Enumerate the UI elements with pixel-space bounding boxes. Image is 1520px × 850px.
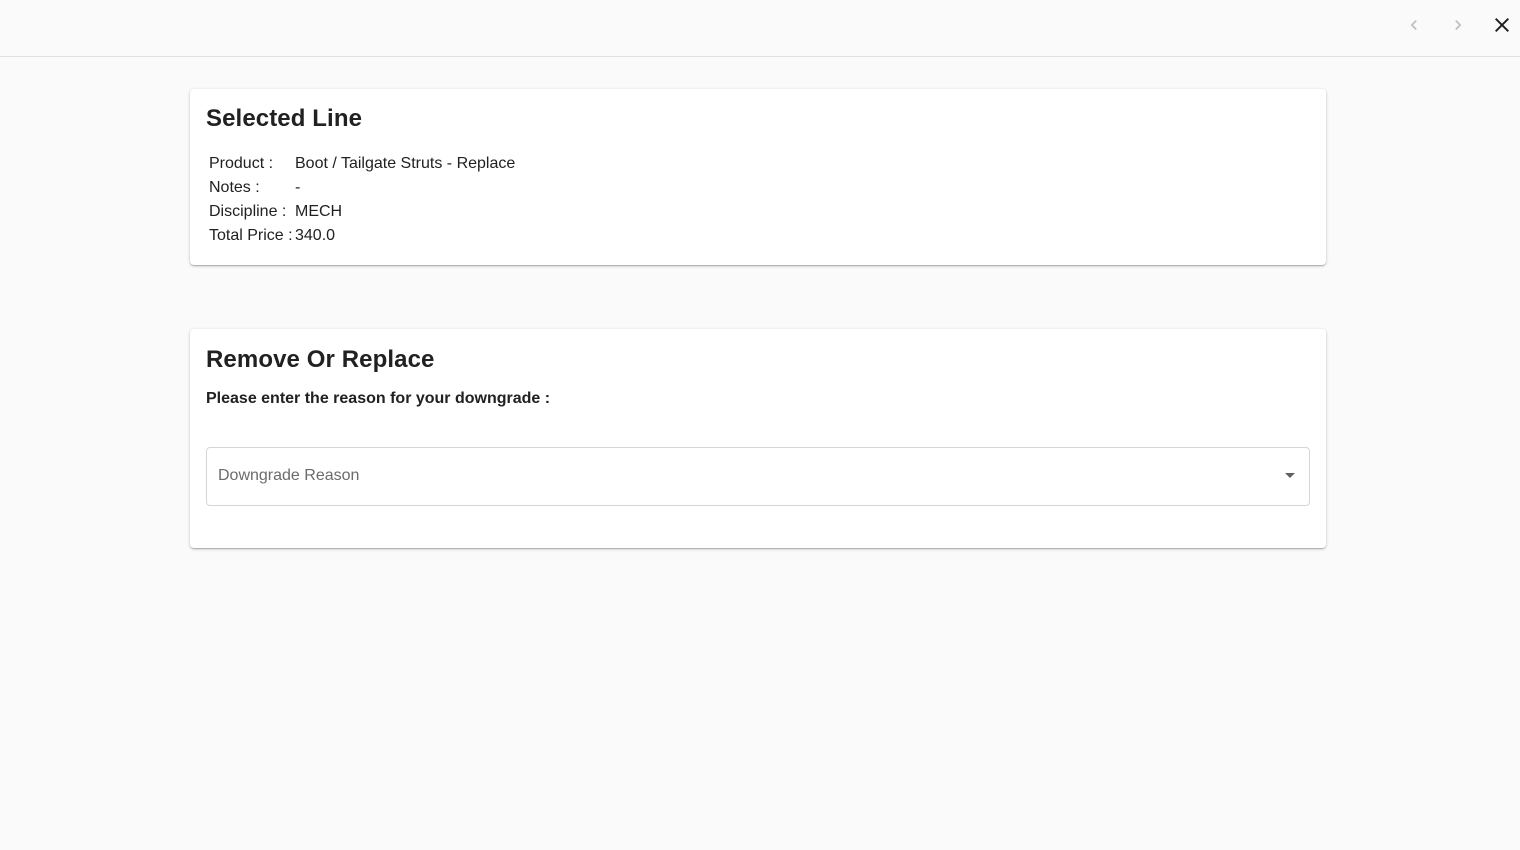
detail-row-product: Product : Boot / Tailgate Struts - Repla… bbox=[209, 152, 515, 176]
detail-label: Notes : bbox=[209, 179, 260, 196]
downgrade-prompt: Please enter the reason for your downgra… bbox=[206, 390, 551, 407]
close-icon bbox=[1495, 18, 1509, 32]
selected-line-details: Product : Boot / Tailgate Struts - Repla… bbox=[209, 152, 515, 248]
close-button[interactable] bbox=[1485, 8, 1519, 42]
detail-label: Product : bbox=[209, 155, 274, 172]
previous-button[interactable] bbox=[1397, 8, 1431, 42]
dialog-header bbox=[0, 0, 1520, 57]
remove-or-replace-title: Remove Or Replace bbox=[206, 346, 435, 373]
selected-line-title: Selected Line bbox=[206, 105, 363, 132]
downgrade-reason-select[interactable]: Downgrade Reason bbox=[206, 447, 1310, 506]
next-button[interactable] bbox=[1441, 8, 1475, 42]
detail-value: - bbox=[295, 179, 301, 196]
detail-label: Total Price : bbox=[209, 227, 293, 244]
chevron-left-icon bbox=[1410, 20, 1417, 30]
downgrade-reason-placeholder: Downgrade Reason bbox=[218, 467, 360, 484]
remove-or-replace-card: Remove Or Replace Please enter the reaso… bbox=[190, 329, 1326, 548]
selected-line-card: Selected Line Product : Boot / Tailgate … bbox=[190, 89, 1326, 265]
detail-value: Boot / Tailgate Struts - Replace bbox=[295, 155, 516, 172]
dropdown-arrow-icon bbox=[1285, 473, 1295, 478]
chevron-right-icon bbox=[1455, 20, 1462, 30]
detail-row-notes: Notes : - bbox=[209, 176, 515, 200]
detail-value: 340.0 bbox=[295, 227, 336, 244]
detail-row-total-price: Total Price : 340.0 bbox=[209, 224, 515, 248]
detail-row-discipline: Discipline : MECH bbox=[209, 200, 515, 224]
detail-value: MECH bbox=[295, 203, 343, 220]
detail-label: Discipline : bbox=[209, 203, 287, 220]
